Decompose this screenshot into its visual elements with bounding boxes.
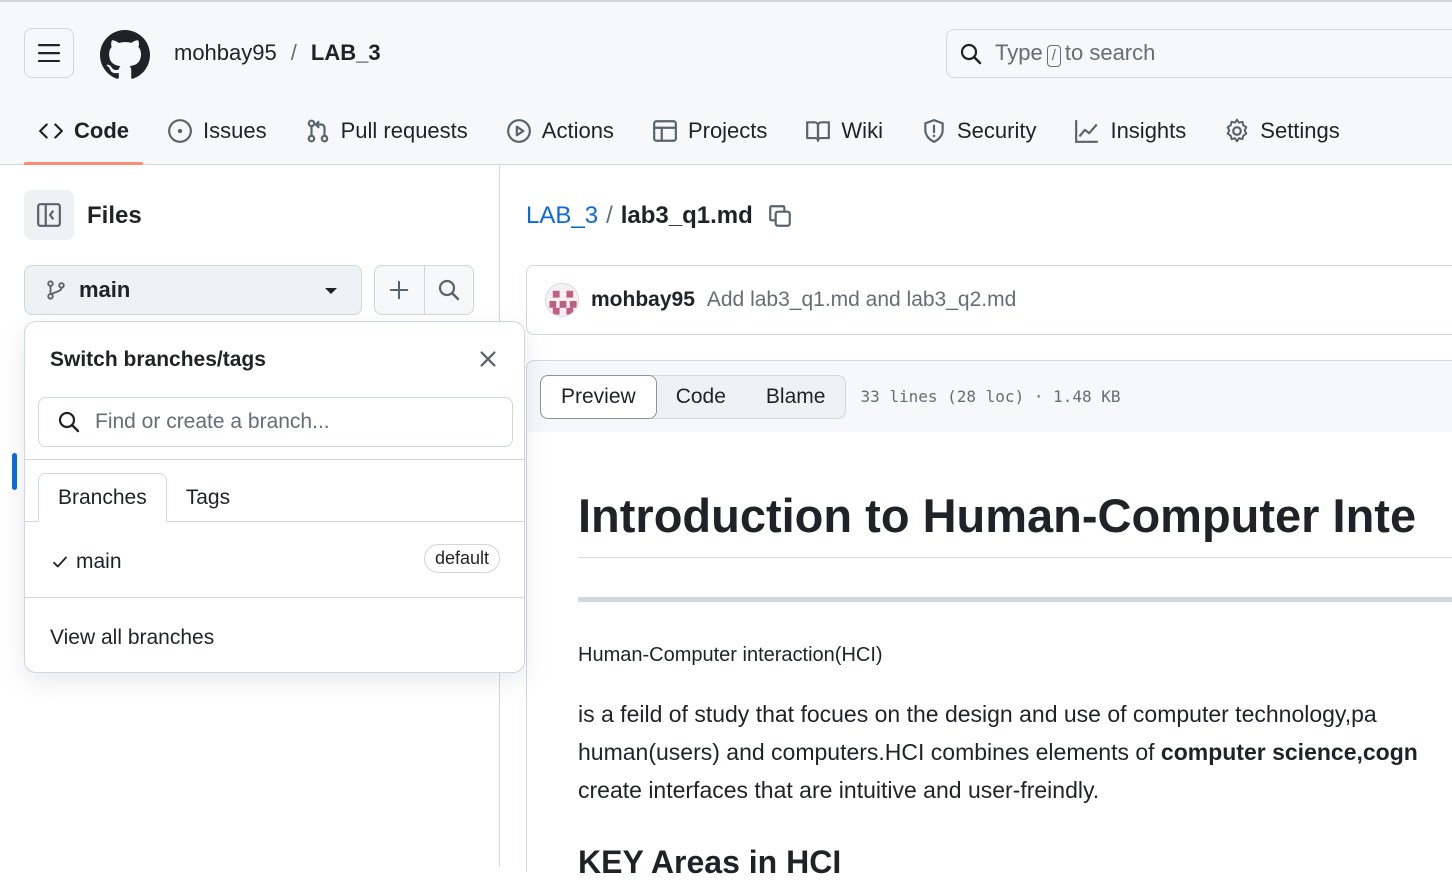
branch-selector-button[interactable]: main [24,265,362,315]
file-view: LAB_3 / lab3_q1.md mohbay95 Add lab3_q1.… [501,165,1452,880]
divider [25,459,524,460]
close-icon [480,351,496,367]
file-actions-group [374,265,474,315]
repo-tabs: Code Issues Pull requests Actions Projec… [24,108,1364,166]
breadcrumb: mohbay95 / LAB_3 [174,40,381,66]
breadcrumb-separator: / [290,40,297,65]
horizontal-rule [578,597,1452,602]
latest-commit-box: mohbay95 Add lab3_q1.md and lab3_q2.md [526,265,1452,335]
tab-pull-requests[interactable]: Pull requests [291,108,482,154]
file-path-breadcrumb: LAB_3 / lab3_q1.md [526,202,793,230]
markdown-heading-1: Introduction to Human-Computer Inte [578,488,1452,558]
search-input[interactable]: Type / to search [946,29,1452,78]
code-button[interactable]: Code [656,376,746,418]
chevron-down-icon [325,288,337,294]
blame-button[interactable]: Blame [746,376,846,418]
default-badge: default [423,544,500,573]
tab-issues[interactable]: Issues [153,108,281,154]
book-icon [806,121,831,142]
branch-name: main [79,277,131,302]
commit-message[interactable]: Add lab3_q1.md and lab3_q2.md [707,288,1016,312]
search-placeholder: Type / to search [995,40,1156,67]
avatar[interactable] [545,283,579,317]
paragraph-line: is a feild of study that focues on the d… [578,701,1377,727]
branch-item-label: main [76,550,122,573]
repo-link[interactable]: LAB_3 [311,40,381,66]
shield-icon [924,119,944,143]
tab-wiki[interactable]: Wiki [791,108,897,154]
tab-code[interactable]: Code [24,108,143,166]
tab-settings[interactable]: Settings [1210,108,1354,154]
paragraph-line: create interfaces that are intuitive and… [578,777,1100,803]
file-info: 33 lines (28 loc) · 1.48 KB [860,387,1121,406]
repo-header: mohbay95 / LAB_3 Type / to search Code Iss… [0,0,1452,166]
branch-tag-tabs: Branches Tags [38,473,249,522]
check-icon [53,556,67,568]
markdown-body: Introduction to Human-Computer Inte Huma… [526,432,1452,880]
tab-security[interactable]: Security [907,108,1050,154]
tab-projects[interactable]: Projects [638,108,781,154]
branch-search-input[interactable]: Find or create a branch... [38,397,513,447]
file-toolbar: Preview Code Blame 33 lines (28 loc) · 1… [526,360,1452,432]
gear-icon [1226,118,1248,143]
sidebar-collapse-icon [37,203,61,227]
add-file-button[interactable] [375,266,425,314]
path-separator: / [606,202,613,229]
preview-button[interactable]: Preview [540,374,657,419]
close-button[interactable] [477,348,499,370]
markdown-paragraph: is a feild of study that focues on the d… [578,695,1452,809]
hamburger-icon [38,44,60,62]
owner-link[interactable]: mohbay95 [174,40,277,66]
search-files-button[interactable] [425,266,474,314]
git-pull-request-icon [307,119,328,143]
selected-file-indicator [12,453,17,490]
plus-icon [389,280,409,300]
graph-icon [1075,120,1099,143]
search-icon [960,43,982,64]
play-icon [506,119,531,143]
paragraph-line: human(users) and computers.HCI combines … [578,739,1418,765]
view-all-branches-link[interactable]: View all branches [50,626,214,650]
commit-author[interactable]: mohbay95 [591,288,695,312]
view-mode-toggle: Preview Code Blame [540,374,847,419]
dropdown-title: Switch branches/tags [50,348,266,371]
table-icon [653,120,677,142]
files-title: Files [87,202,142,229]
branch-search-placeholder: Find or create a branch... [95,410,330,433]
git-branch-icon [47,280,65,300]
menu-button[interactable] [24,28,74,78]
tab-insights[interactable]: Insights [1060,108,1200,154]
tab-tags[interactable]: Tags [167,473,249,522]
github-logo-icon[interactable] [100,30,150,80]
branch-item-main[interactable]: main default [50,542,500,582]
search-icon [58,411,80,433]
collapse-sidebar-button[interactable] [24,190,74,240]
markdown-heading-2: KEY Areas in HCI [578,844,842,880]
search-icon [438,279,459,301]
copy-icon[interactable] [767,203,793,229]
tab-actions[interactable]: Actions [492,108,628,154]
tab-branches[interactable]: Branches [38,473,167,522]
code-icon [39,123,63,139]
markdown-subheading: Human-Computer interaction(HCI) [578,644,883,666]
issue-opened-icon [168,119,192,143]
file-name: lab3_q1.md [620,202,753,229]
divider [25,597,524,598]
repo-root-link[interactable]: LAB_3 [526,202,598,230]
branch-dropdown: Switch branches/tags Find or create a br… [24,321,525,673]
